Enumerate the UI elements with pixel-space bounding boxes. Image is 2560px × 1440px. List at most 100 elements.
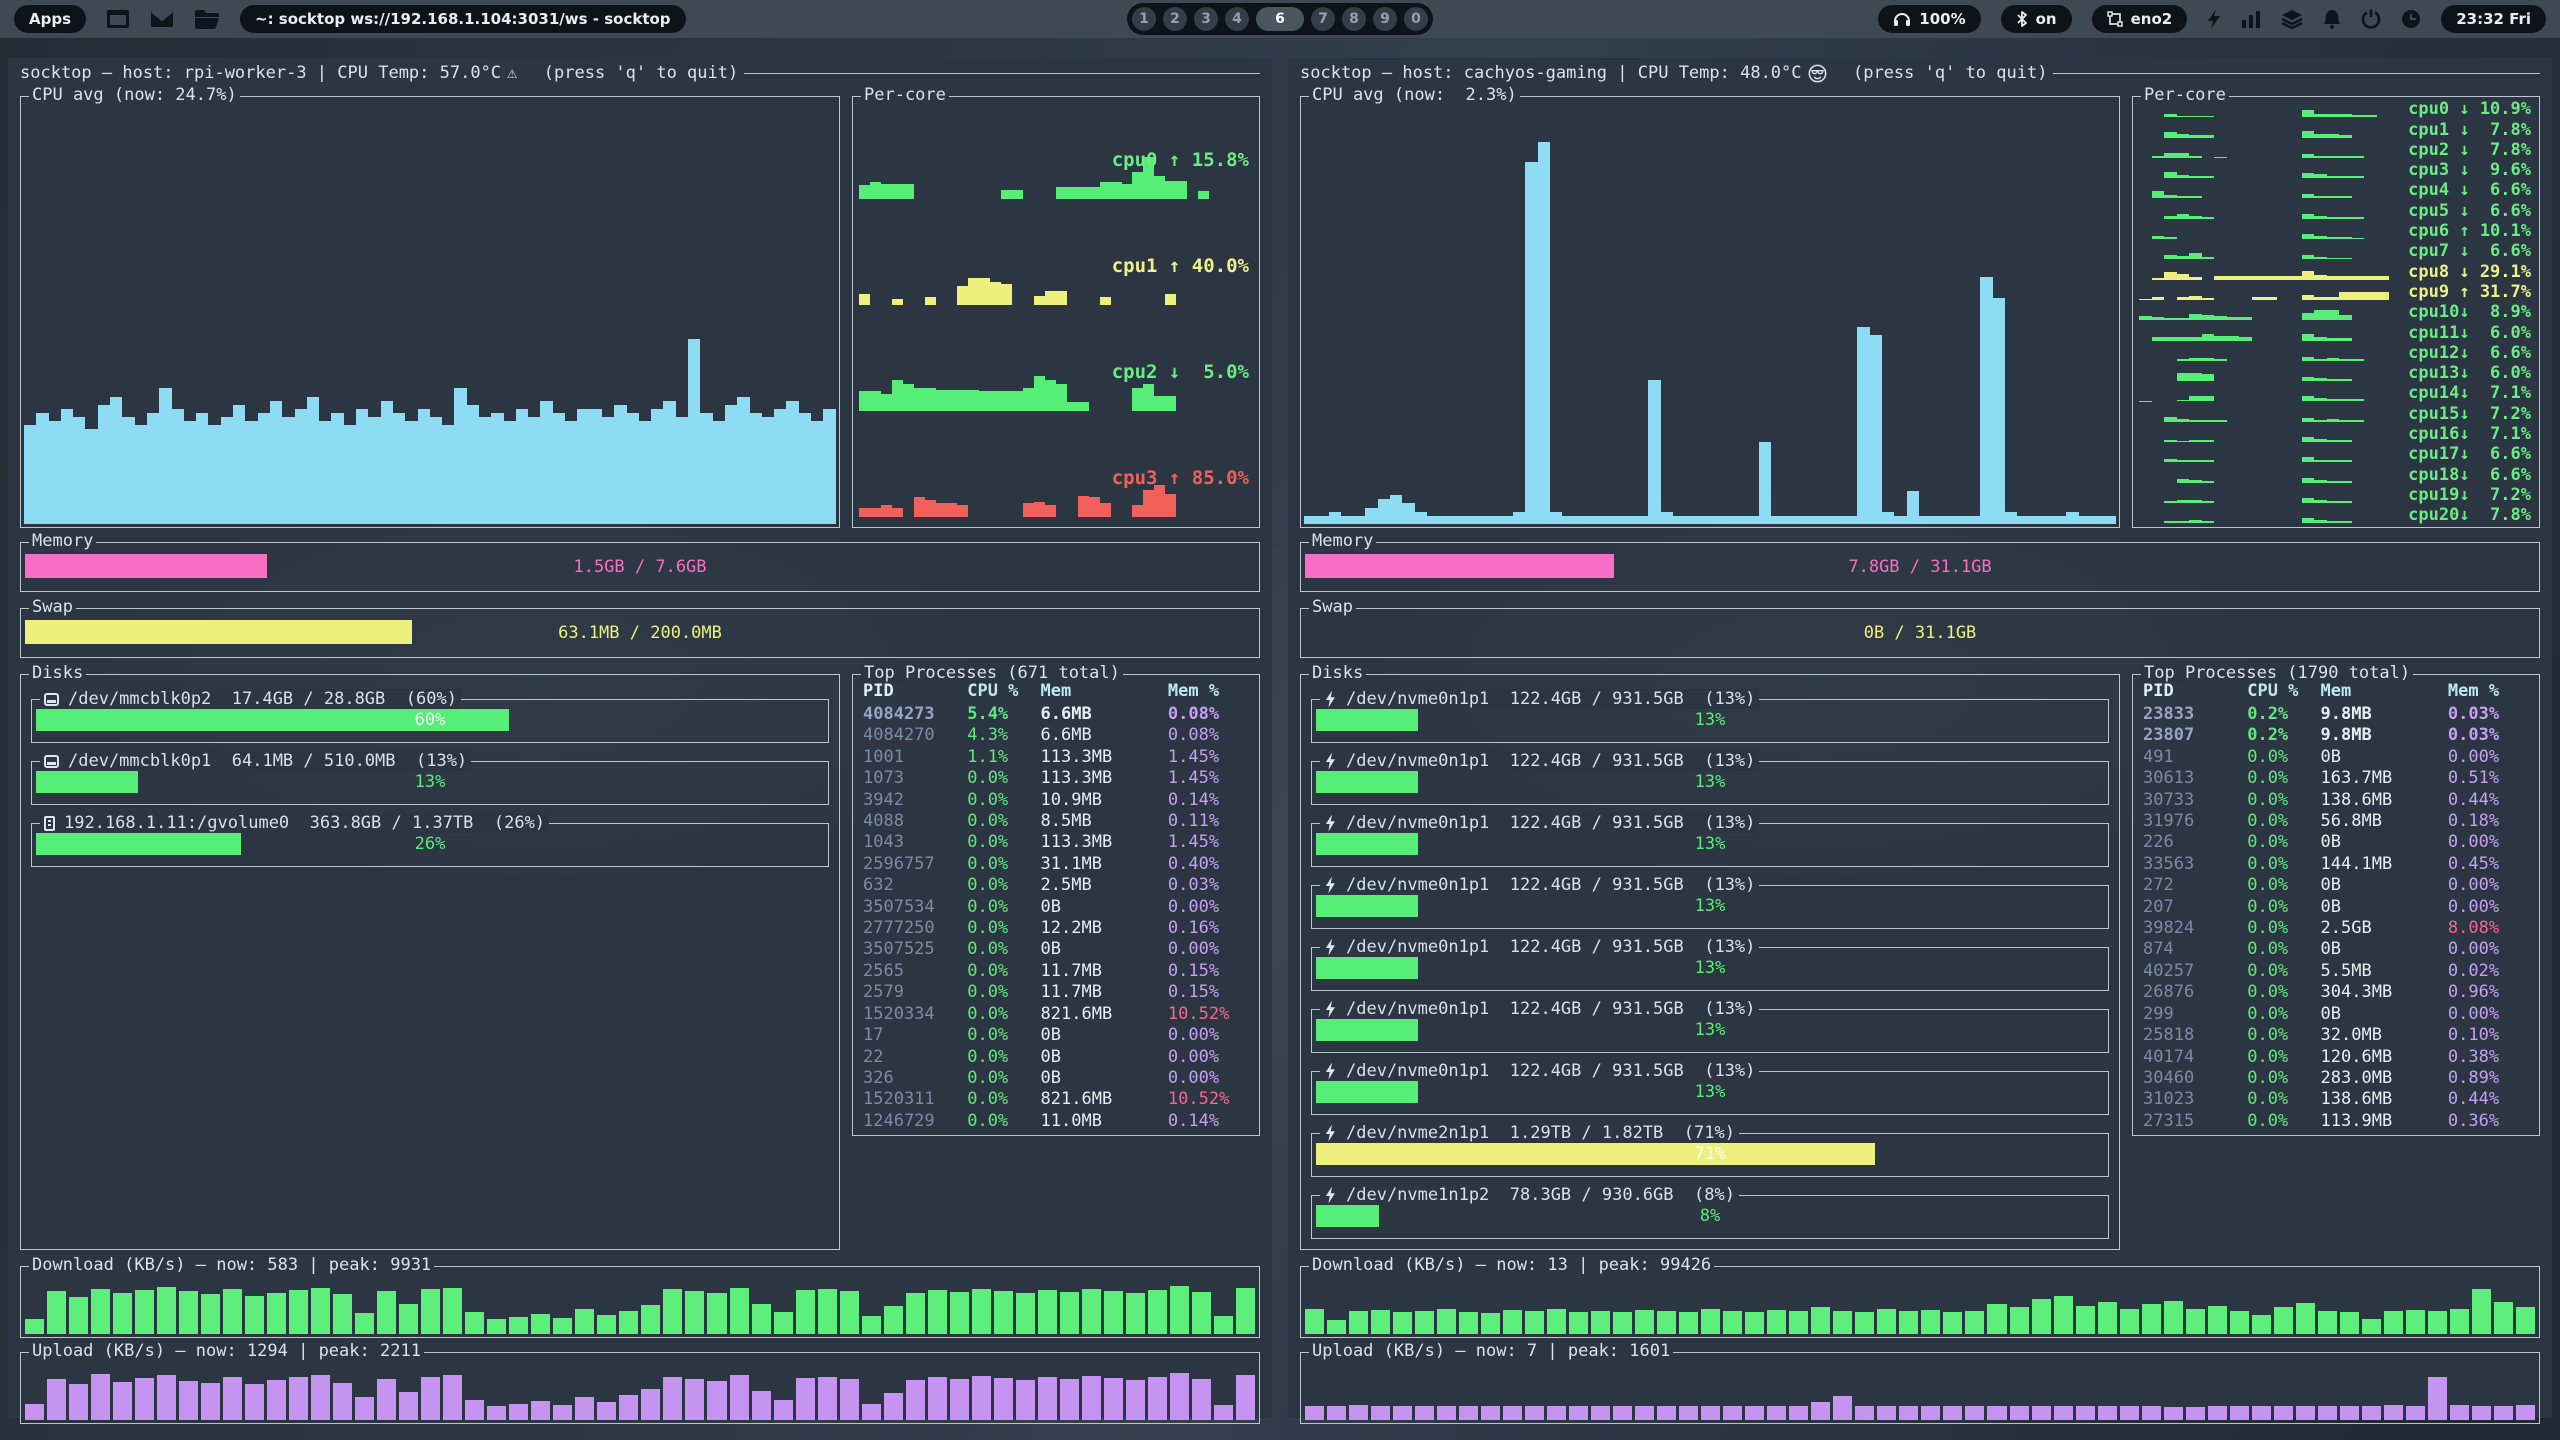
terminal-title: socktop — host: rpi-worker-3 | CPU Temp:… <box>20 63 501 83</box>
process-row: 299 0.0% 0B 0.00% <box>2133 1004 2539 1025</box>
network-pill[interactable]: eno2 <box>2092 5 2188 33</box>
core-history-chart <box>2139 282 2389 300</box>
disk-info: /dev/nvme0n1p1 122.4GB / 931.5GB (13%) <box>1346 1061 1755 1081</box>
workspace-button[interactable]: 6 <box>1256 7 1304 31</box>
audio-levels-icon[interactable] <box>2241 10 2261 28</box>
layers-icon[interactable] <box>2281 9 2303 29</box>
process-row: 2596757 0.0% 31.1MB 0.40% <box>853 854 1259 875</box>
bluetooth-pill[interactable]: on <box>2001 5 2072 33</box>
core-usage-label: cpu15↓ 7.2% <box>2408 404 2531 424</box>
window-icon[interactable] <box>106 9 130 29</box>
workspace-button[interactable]: 8 <box>1342 7 1366 31</box>
core-row: cpu3 ↑ 85.0% <box>853 417 1259 523</box>
folder-icon[interactable] <box>194 9 220 29</box>
process-row: 30733 0.0% 138.6MB 0.44% <box>2133 790 2539 811</box>
cpu-avg-label: CPU avg (now: 24.7%) <box>29 85 240 105</box>
disk-item: /dev/nvme0n1p1 122.4GB / 931.5GB (13%) 1… <box>1311 1009 2109 1053</box>
top-processes-label: Top Processes (671 total) <box>861 663 1123 683</box>
headset-battery-pill[interactable]: 100% <box>1878 5 1980 33</box>
workspace-button[interactable]: 2 <box>1163 7 1187 31</box>
core-usage-label: cpu17↓ 6.6% <box>2408 444 2531 464</box>
disk-usage-percent: 13% <box>36 772 824 792</box>
warning-icon: ⚠ <box>507 63 517 83</box>
disk-info: /dev/mmcblk0p2 17.4GB / 28.8GB (60%) <box>68 689 457 709</box>
disk-header: /dev/mmcblk0p1 64.1MB / 510.0MB (13%) <box>40 751 471 771</box>
headphones-icon <box>1893 11 1911 27</box>
core-usage-label: cpu19↓ 7.2% <box>2408 485 2531 505</box>
workspace-button[interactable]: 1 <box>1132 7 1156 31</box>
disk-usage-bar: 13% <box>1316 957 2104 979</box>
per-core-panel: Per-core cpu0 ↓ 10.9% cpu1 ↓ 7.8% cpu2 ↓… <box>2132 96 2540 528</box>
workspace-button[interactable]: 7 <box>1311 7 1335 31</box>
core-usage-label: cpu13↓ 6.0% <box>2408 363 2531 383</box>
memory-label: Memory <box>1309 531 1376 551</box>
core-history-chart <box>2139 140 2389 158</box>
upload-label: Upload (KB/s) — now: 1294 | peak: 2211 <box>29 1341 424 1361</box>
process-row: 874 0.0% 0B 0.00% <box>2133 939 2539 960</box>
workspace-button[interactable]: 0 <box>1404 7 1428 31</box>
memory-panel: Memory 7.8GB / 31.1GB <box>1300 542 2540 592</box>
core-row: cpu10↓ 8.9% <box>2133 302 2539 322</box>
core-row: cpu17↓ 6.6% <box>2133 444 2539 464</box>
per-core-list: cpu0 ↓ 10.9% cpu1 ↓ 7.8% cpu2 ↓ 7.8% cpu… <box>2133 99 2539 525</box>
disk-usage-percent: 60% <box>36 710 824 730</box>
core-history-chart <box>2139 323 2389 341</box>
disk-info: /dev/nvme0n1p1 122.4GB / 931.5GB (13%) <box>1346 999 1755 1019</box>
disk-usage-bar: 13% <box>36 771 824 793</box>
disk-icon <box>1324 1063 1337 1080</box>
disk-usage-bar: 13% <box>1316 833 2104 855</box>
disk-usage-bar: 13% <box>1316 709 2104 731</box>
process-row: 39824 0.0% 2.5GB 8.08% <box>2133 918 2539 939</box>
disk-header: /dev/nvme2n1p1 1.29TB / 1.82TB (71%) <box>1320 1123 1739 1143</box>
process-row: 632 0.0% 2.5MB 0.03% <box>853 875 1259 896</box>
disk-header: /dev/nvme0n1p1 122.4GB / 931.5GB (13%) <box>1320 813 1759 833</box>
disk-usage-percent: 13% <box>1316 834 2104 854</box>
terminal-window-cachyos-gaming[interactable]: socktop — host: cachyos-gaming | CPU Tem… <box>1288 58 2552 1418</box>
process-row: 326 0.0% 0B 0.00% <box>853 1068 1259 1089</box>
core-usage-label: cpu1 ↓ 7.8% <box>2408 120 2531 140</box>
core-history-chart <box>2139 302 2389 320</box>
process-row: 1073 0.0% 113.3MB 1.45% <box>853 768 1259 789</box>
core-usage-label: cpu0 ↑ 15.8% <box>1112 149 1249 171</box>
core-history-chart <box>2139 181 2389 199</box>
workspace-button[interactable]: 4 <box>1225 7 1249 31</box>
disk-usage-bar: 13% <box>1316 1019 2104 1041</box>
memory-label: Memory <box>29 531 96 551</box>
clock-icon[interactable] <box>2401 9 2421 29</box>
terminal-window-rpi-worker-3[interactable]: socktop — host: rpi-worker-3 | CPU Temp:… <box>8 58 1272 1418</box>
process-row: 3507534 0.0% 0B 0.00% <box>853 897 1259 918</box>
bell-icon[interactable] <box>2323 9 2341 29</box>
core-usage-label: cpu18↓ 6.6% <box>2408 465 2531 485</box>
disk-usage-percent: 13% <box>1316 772 2104 792</box>
quit-hint: (press 'q' to quit) <box>523 63 738 83</box>
title-rule <box>2053 73 2540 74</box>
disk-icon <box>44 693 59 706</box>
download-panel: Download (KB/s) — now: 13 | peak: 99426 <box>1300 1266 2540 1338</box>
core-row: cpu2 ↓ 5.0% <box>853 311 1259 417</box>
apps-button[interactable]: Apps <box>14 5 86 33</box>
upload-panel: Upload (KB/s) — now: 7 | peak: 1601 <box>1300 1352 2540 1424</box>
disk-icon <box>1324 753 1337 770</box>
mail-icon[interactable] <box>150 10 174 28</box>
disk-header: /dev/nvme0n1p1 122.4GB / 931.5GB (13%) <box>1320 751 1759 771</box>
power-icon[interactable] <box>2361 9 2381 29</box>
workspace-button[interactable]: 9 <box>1373 7 1397 31</box>
process-row: 22 0.0% 0B 0.00% <box>853 1047 1259 1068</box>
power-profile-bolt-icon[interactable] <box>2207 9 2221 29</box>
process-row: 2777250 0.0% 12.2MB 0.16% <box>853 918 1259 939</box>
swap-panel: Swap 63.1MB / 200.0MB <box>20 608 1260 658</box>
process-row: 17 0.0% 0B 0.00% <box>853 1025 1259 1046</box>
disk-item: /dev/nvme0n1p1 122.4GB / 931.5GB (13%) 1… <box>1311 761 2109 805</box>
core-row: cpu9 ↑ 31.7% <box>2133 282 2539 302</box>
process-row: 23833 0.2% 9.8MB 0.03% <box>2133 704 2539 725</box>
disks-panel: Disks /dev/mmcblk0p2 17.4GB / 28.8GB (60… <box>20 674 840 1250</box>
disk-usage-percent: 71% <box>1316 1144 2104 1164</box>
process-row: 3507525 0.0% 0B 0.00% <box>853 939 1259 960</box>
workspace-button[interactable]: 3 <box>1194 7 1218 31</box>
clock-pill[interactable]: 23:32 Fri <box>2441 5 2546 33</box>
core-usage-label: cpu5 ↓ 6.6% <box>2408 201 2531 221</box>
core-history-chart <box>2139 465 2389 483</box>
core-usage-label: cpu2 ↓ 7.8% <box>2408 140 2531 160</box>
window-title-pill[interactable]: ~: socktop ws://192.168.1.104:3031/ws - … <box>240 5 686 33</box>
disk-usage-bar: 13% <box>1316 771 2104 793</box>
